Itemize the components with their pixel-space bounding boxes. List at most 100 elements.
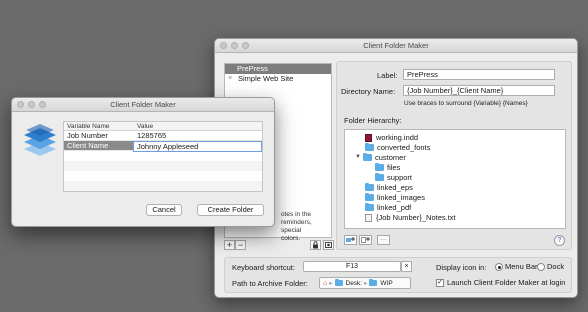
radio-selected-icon: [495, 262, 503, 271]
preset-actions: [310, 240, 334, 250]
text-file-icon: [365, 213, 372, 222]
variable-name-cell: Job Number: [67, 131, 108, 140]
tree-toolbar: —: [344, 235, 390, 245]
path-separator-icon: ▸: [364, 280, 368, 287]
launch-at-login-checkbox[interactable]: ✓ Launch Client Folder Maker at login: [436, 278, 565, 287]
hierarchy-caption: Folder Hierarchy:: [344, 116, 402, 125]
list-note-line: otes in the: [281, 211, 311, 218]
tree-item-label: converted_fonts: [377, 143, 431, 152]
app-logo-icon: [24, 124, 56, 156]
tree-item-label: customer: [375, 153, 406, 162]
tree-item-label: {Job Number}_Notes.txt: [376, 213, 456, 222]
tree-item-folder[interactable]: converted_fonts: [365, 143, 430, 152]
zoom-icon[interactable]: [242, 42, 249, 49]
label-caption: Label:: [377, 71, 398, 80]
clear-shortcut-button[interactable]: ×: [401, 261, 412, 272]
radio-unselected-icon: [537, 262, 545, 271]
tree-item-folder[interactable]: linked_pdf: [365, 203, 411, 212]
preferences-panel: Keyboard shortcut: F13 × Path to Archive…: [224, 257, 572, 293]
drag-handle-icon[interactable]: ≡: [228, 74, 235, 84]
home-icon: ⌂: [323, 279, 328, 287]
dialog-title: Client Folder Maker: [110, 100, 176, 109]
directory-name-field[interactable]: {Job Number}_{Client Name}: [403, 85, 555, 96]
display-caption: Display icon in:: [436, 263, 487, 272]
archive-caption: Path to Archive Folder:: [232, 279, 308, 288]
folder-icon: [365, 183, 374, 191]
list-note-line: reminders, special: [281, 219, 312, 234]
tree-item-label: working.indd: [376, 133, 419, 142]
table-header: Variable Name Value: [64, 122, 262, 131]
preset-label: PrePress: [237, 64, 268, 73]
help-button[interactable]: ?: [554, 235, 565, 246]
tree-item-label: linked_images: [377, 193, 425, 202]
folder-icon: [363, 153, 372, 161]
path-separator-icon: ▸: [329, 280, 333, 287]
directory-caption: Directory Name:: [341, 87, 396, 96]
tree-item-folder[interactable]: linked_eps: [365, 183, 413, 192]
folder-hierarchy-tree[interactable]: working.indd converted_fonts ▼ customer …: [344, 129, 566, 229]
disclosure-triangle-icon[interactable]: ▼: [355, 153, 363, 162]
column-header-value[interactable]: Value: [134, 122, 262, 130]
folder-icon: [334, 279, 343, 286]
table-row[interactable]: Job Number 1285765: [64, 131, 262, 141]
tree-item-file[interactable]: {Job Number}_Notes.txt: [365, 213, 456, 222]
tree-item-file[interactable]: working.indd: [365, 133, 418, 142]
close-icon[interactable]: [17, 101, 24, 108]
checkbox-label: Launch Client Folder Maker at login: [447, 278, 566, 287]
minimize-icon[interactable]: [231, 42, 238, 49]
add-folder-icon[interactable]: [344, 235, 357, 245]
preset-item-simple-web-site[interactable]: ≡ Simple Web Site: [225, 74, 331, 84]
window-controls: [17, 101, 46, 108]
shortcut-caption: Keyboard shortcut:: [232, 263, 295, 272]
column-header-variable[interactable]: Variable Name: [64, 122, 134, 130]
add-preset-button[interactable]: +: [224, 240, 235, 250]
variable-value-input[interactable]: Johnny Appleseed: [133, 141, 262, 152]
tree-item-folder[interactable]: ▼ customer: [355, 153, 406, 162]
tree-item-label: linked_pdf: [377, 203, 412, 212]
lock-icon[interactable]: [310, 240, 321, 250]
dock-radio[interactable]: Dock: [537, 262, 564, 271]
minimize-icon[interactable]: [28, 101, 35, 108]
create-folder-button[interactable]: Create Folder: [197, 204, 264, 216]
variables-dialog: Client Folder Maker Variable Name Value …: [11, 97, 275, 227]
preset-label: Simple Web Site: [238, 74, 294, 83]
remove-preset-button[interactable]: −: [235, 240, 246, 250]
tree-item-folder[interactable]: files: [375, 163, 400, 172]
tree-item-label: support: [387, 173, 413, 182]
tree-item-folder[interactable]: linked_images: [365, 193, 425, 202]
zoom-icon[interactable]: [39, 101, 46, 108]
empty-table-rows: [64, 151, 262, 191]
close-icon[interactable]: [220, 42, 227, 49]
preset-detail-panel: Label: PrePress Directory Name: {Job Num…: [336, 61, 572, 250]
path-segment[interactable]: Desk:: [346, 280, 363, 287]
preset-item-prepress[interactable]: PrePress: [225, 64, 331, 74]
list-note-text: otes in the reminders, special colors.: [281, 211, 333, 243]
path-segment[interactable]: WIP: [380, 280, 392, 287]
table-row[interactable]: Client Name Johnny Appleseed: [64, 141, 262, 152]
preview-icon[interactable]: [323, 240, 334, 250]
folder-icon: [369, 279, 378, 286]
tree-item-label: linked_eps: [377, 183, 413, 192]
variables-table[interactable]: Variable Name Value Job Number 1285765 C…: [63, 121, 263, 192]
cancel-button[interactable]: Cancel: [146, 204, 182, 216]
menu-bar-radio[interactable]: Menu Bar: [495, 262, 538, 271]
archive-path-control[interactable]: ⌂ ▸ Desk: ▸ WIP: [319, 277, 411, 289]
add-file-icon[interactable]: [359, 235, 372, 245]
variable-value-cell[interactable]: 1285765: [134, 131, 262, 140]
checkmark-icon: ✓: [436, 278, 444, 287]
remove-item-button[interactable]: —: [377, 235, 390, 245]
main-window-title: Client Folder Maker: [363, 41, 429, 50]
main-titlebar[interactable]: Client Folder Maker: [215, 39, 577, 53]
indesign-file-icon: [365, 133, 372, 142]
folder-icon: [365, 203, 374, 211]
folder-icon: [365, 143, 374, 151]
tree-item-folder[interactable]: support: [375, 173, 412, 182]
dialog-titlebar[interactable]: Client Folder Maker: [12, 98, 274, 112]
folder-icon: [375, 173, 384, 181]
folder-icon: [365, 193, 374, 201]
folder-icon: [375, 163, 384, 171]
label-field[interactable]: PrePress: [403, 69, 555, 80]
window-controls: [220, 42, 249, 49]
keyboard-shortcut-field[interactable]: F13: [303, 261, 401, 272]
preset-list-buttons: + −: [224, 240, 246, 250]
